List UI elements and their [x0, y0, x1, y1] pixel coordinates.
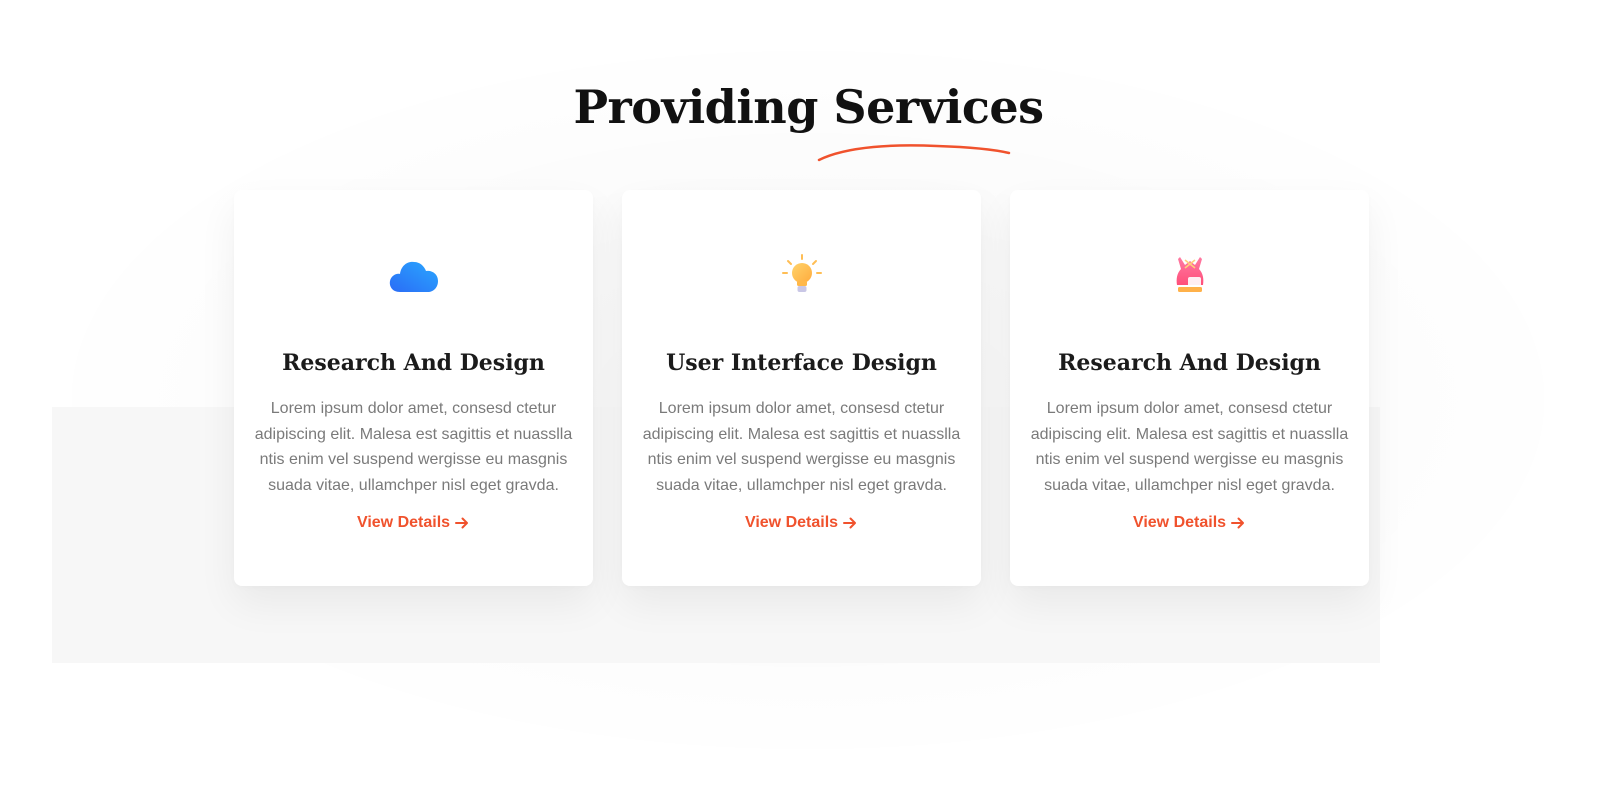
- link-label: View Details: [356, 514, 451, 531]
- card-title: User Interface Design: [666, 350, 937, 376]
- section-title: Providing Services: [573, 80, 1044, 134]
- lightbulb-icon: [781, 254, 822, 292]
- arrow-right-icon: [1231, 517, 1245, 529]
- arrow-right-icon: [843, 517, 857, 529]
- view-details-link[interactable]: View Details: [1010, 514, 1369, 532]
- view-details-link[interactable]: View Details: [234, 514, 593, 532]
- dress-icon: [1176, 257, 1203, 292]
- card-description: Lorem ipsum dolor amet, consesd ctetur a…: [642, 400, 961, 494]
- services-section: Providing Services Research And Design L…: [0, 0, 1617, 811]
- card-title: Research And Design: [1058, 350, 1321, 376]
- title-underline-decoration: [817, 144, 1011, 162]
- view-details-link[interactable]: View Details: [622, 514, 981, 532]
- service-card: Research And Design Lorem ipsum dolor am…: [234, 190, 593, 586]
- arrow-right-icon: [455, 517, 469, 529]
- link-label: View Details: [1132, 514, 1227, 531]
- cloud-icon: [389, 261, 438, 292]
- service-card: User Interface Design Lorem ipsum dolor …: [622, 190, 981, 586]
- card-description: Lorem ipsum dolor amet, consesd ctetur a…: [254, 400, 573, 494]
- service-card: Research And Design Lorem ipsum dolor am…: [1010, 190, 1369, 586]
- card-title: Research And Design: [282, 350, 545, 376]
- link-label: View Details: [744, 514, 839, 531]
- card-description: Lorem ipsum dolor amet, consesd ctetur a…: [1030, 400, 1349, 494]
